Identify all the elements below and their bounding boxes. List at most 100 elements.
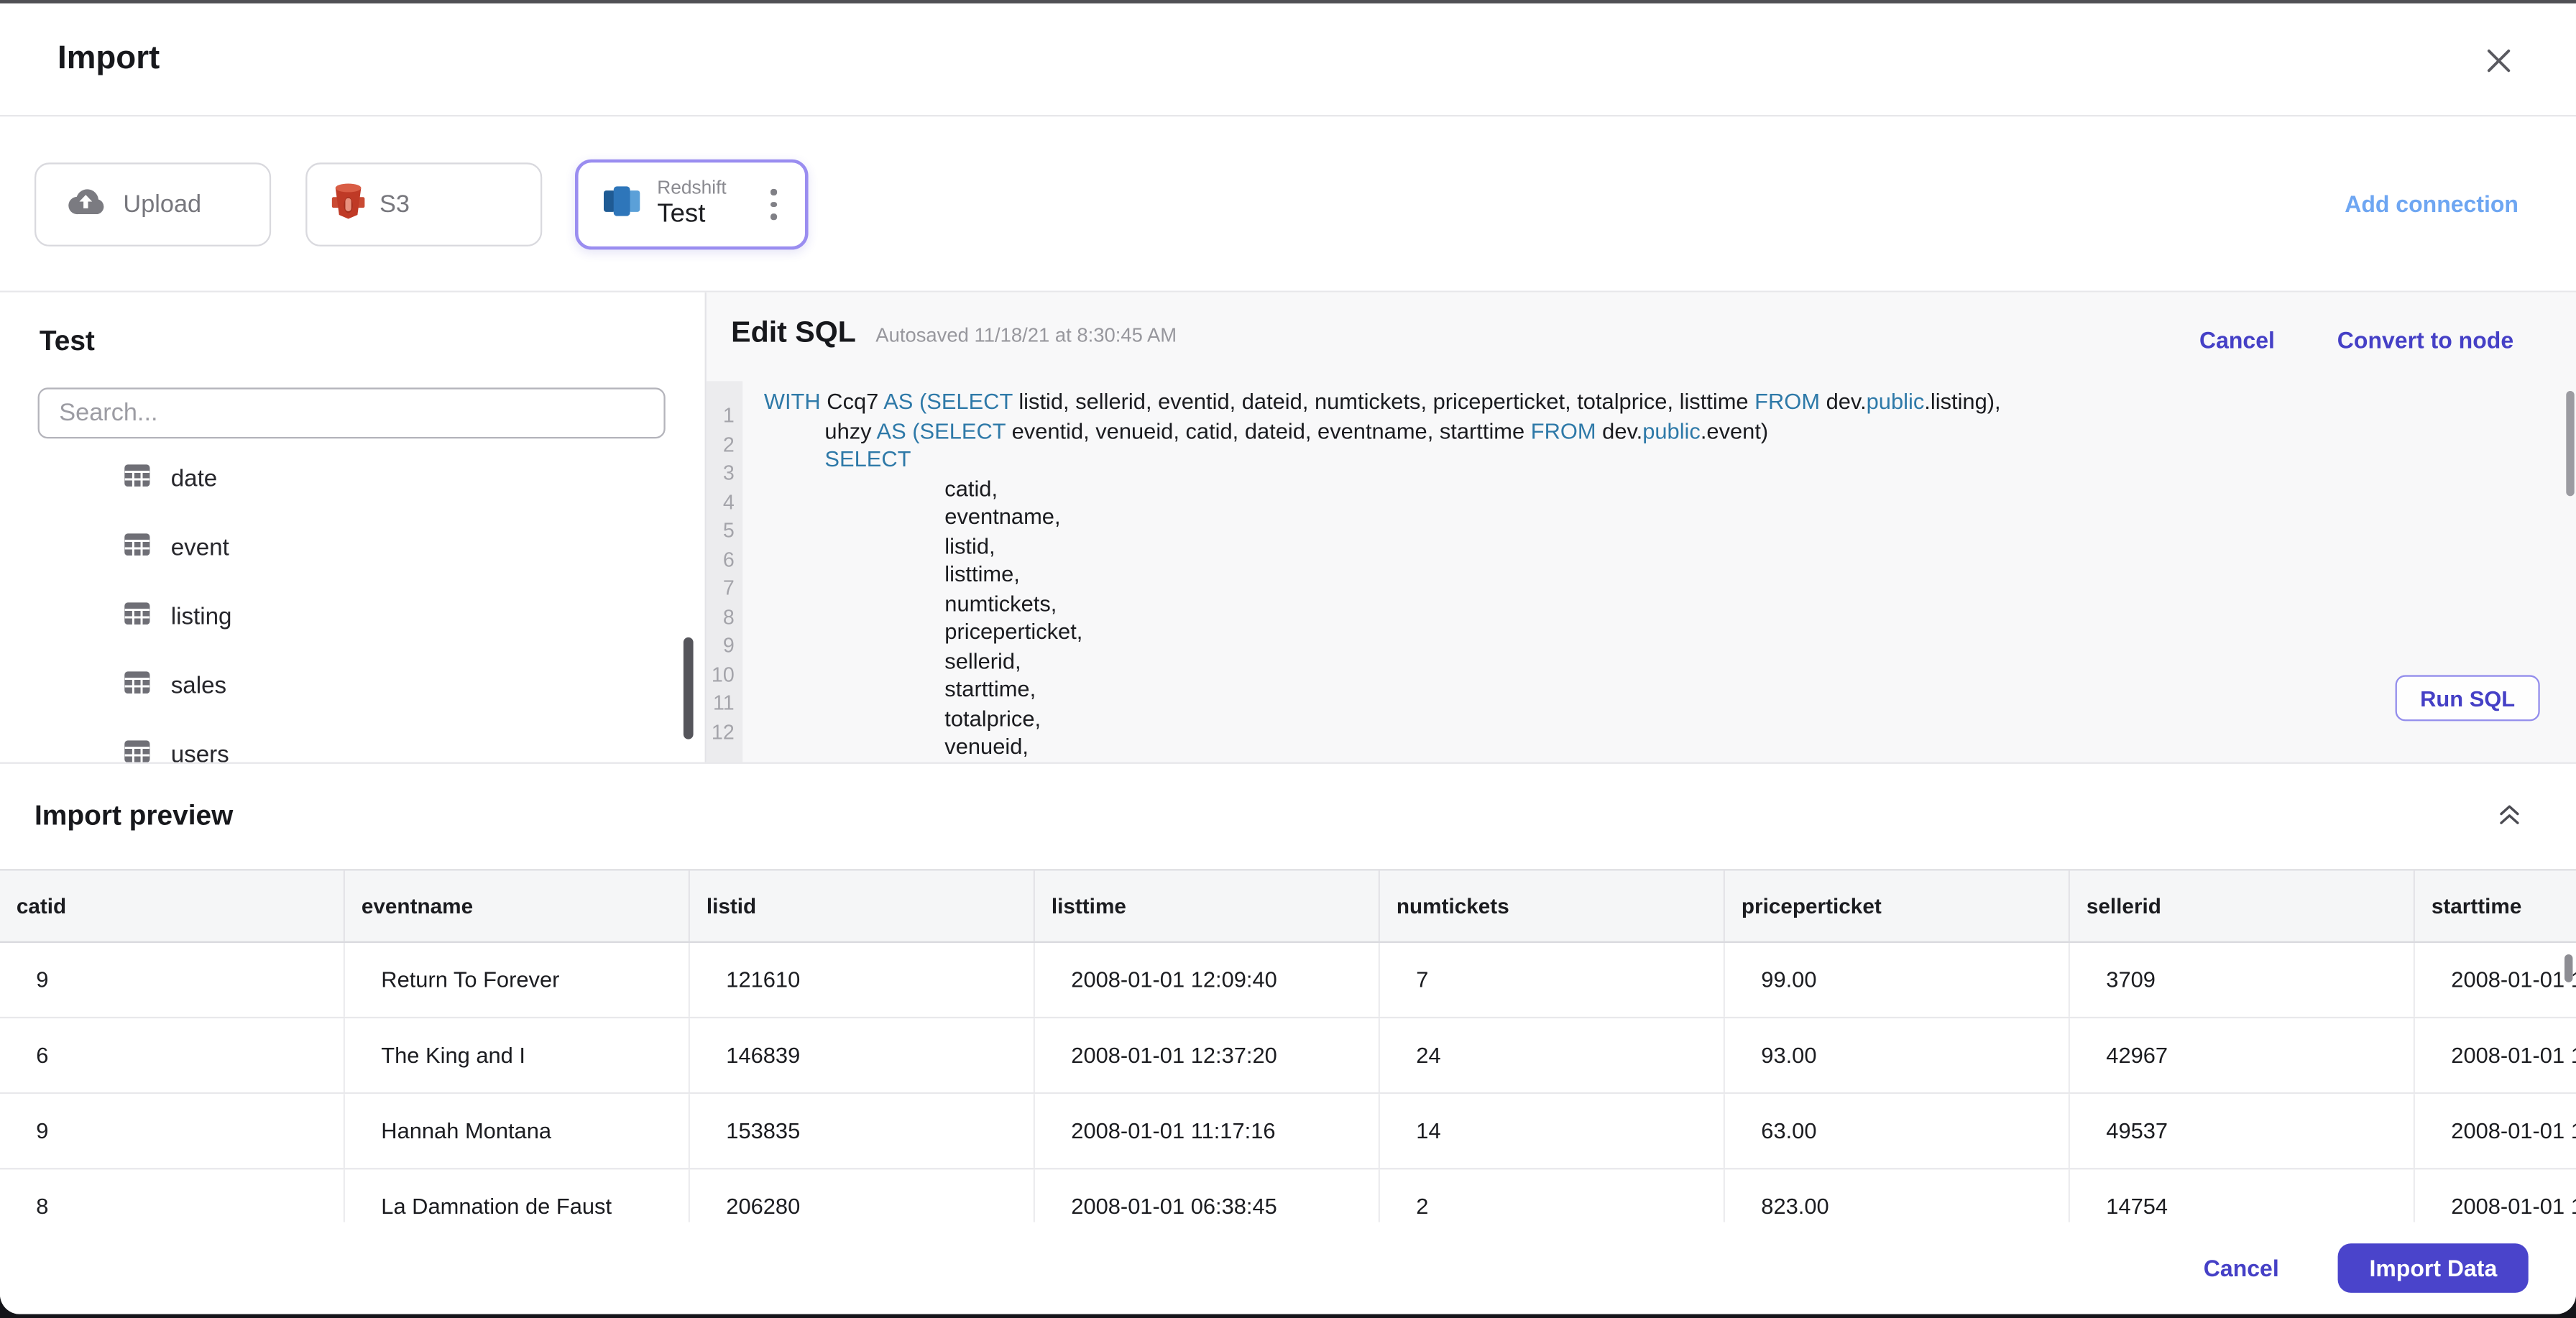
screen: Import Upload S3 Redshift Test Add conne…	[0, 0, 2576, 1318]
table-row: 8 La Damnation de Faust 206280 2008-01-01 0…	[0, 1169, 2576, 1222]
table-cell: 206280	[690, 1169, 1035, 1222]
code-line: listid,	[944, 533, 995, 558]
preview-table: catid eventname listid listtime numtickets pr…	[0, 869, 2576, 1222]
table-cell: 24	[1380, 1018, 1725, 1092]
column-header-priceperticket: priceperticket	[1725, 870, 2070, 941]
table-cell: The King and I	[345, 1018, 690, 1092]
table-cell: 2008-01-01 06:38:45	[1035, 1169, 1380, 1222]
table-row: 9 Hannah Montana 153835 2008-01-01 11:17:16…	[0, 1094, 2576, 1170]
table-row: 9 Return To Forever 121610 2008-01-01 12:09…	[0, 942, 2576, 1019]
sql-editor[interactable]: 1 2 3 4 5 6 7 8 9 10 11 12 WITH Ccq7 AS (SELECT lis…	[706, 381, 2576, 762]
table-item-listing[interactable]: listing	[0, 583, 705, 652]
line-number: 10	[711, 663, 735, 686]
table-cell: 6	[0, 1018, 345, 1092]
redshift-icon	[602, 180, 643, 229]
table-cell: 9	[0, 942, 345, 1017]
add-connection-link[interactable]: Add connection	[2345, 190, 2518, 217]
schema-title: Test	[39, 325, 95, 356]
redshift-connection-card[interactable]: Redshift Test	[574, 159, 809, 250]
connection-menu-button[interactable]	[764, 183, 783, 226]
line-number: 8	[722, 605, 735, 629]
table-cell: Hannah Montana	[345, 1094, 690, 1169]
code-line: catid,	[944, 475, 998, 500]
line-number: 3	[722, 461, 735, 485]
s3-label: S3	[379, 190, 410, 218]
code-line: venueid,	[944, 734, 1029, 759]
sql-cancel-link[interactable]: Cancel	[2199, 327, 2275, 354]
sql-code[interactable]: WITH Ccq7 AS (SELECT listid, sellerid, e…	[742, 381, 2001, 762]
table-cell: 2008-01-01 1	[2415, 1094, 2576, 1168]
sql-panel-actions: Cancel Convert to node	[2199, 327, 2513, 354]
table-cell: 2008-01-01 1	[2415, 943, 2576, 1017]
convert-to-node-link[interactable]: Convert to node	[2337, 327, 2513, 354]
import-preview-title: Import preview	[34, 800, 234, 831]
table-cell: Return To Forever	[345, 942, 690, 1017]
import-preview-header: Import preview	[0, 762, 2576, 870]
redshift-card-text: Redshift Test	[657, 178, 726, 230]
upload-card[interactable]: Upload	[34, 162, 272, 246]
table-cell: 153835	[690, 1094, 1035, 1169]
table-cell: 42967	[2070, 1018, 2415, 1092]
table-cell: 49537	[2070, 1094, 2415, 1169]
kebab-icon	[770, 189, 777, 195]
line-number: 11	[713, 691, 735, 715]
table-scrollbar-thumb[interactable]	[2564, 954, 2573, 982]
table-item-sales[interactable]: sales	[0, 652, 705, 721]
line-number: 5	[722, 519, 735, 543]
close-button[interactable]	[2484, 46, 2513, 75]
column-header-listtime: listtime	[1035, 870, 1380, 941]
table-cell: 2008-01-01 12:09:40	[1035, 942, 1380, 1017]
table-item-users[interactable]: users	[0, 721, 705, 762]
table-grid-icon	[123, 602, 151, 635]
line-number: 2	[722, 433, 735, 456]
close-icon	[2484, 49, 2513, 82]
s3-card[interactable]: S3	[305, 162, 543, 246]
column-header-numtickets: numtickets	[1380, 870, 1725, 941]
table-item-label: sales	[170, 673, 227, 700]
table-cell: 146839	[690, 1018, 1035, 1092]
import-data-button[interactable]: Import Data	[2338, 1243, 2529, 1293]
search-input[interactable]	[37, 387, 666, 439]
table-item-label: event	[170, 535, 229, 562]
edit-sql-title: Edit SQL	[731, 315, 856, 349]
table-item-label: date	[170, 466, 218, 493]
line-number-gutter: 1 2 3 4 5 6 7 8 9 10 11 12	[706, 381, 743, 762]
sql-panel-header: Edit SQL Autosaved 11/18/21 at 8:30:45 A…	[731, 315, 1177, 372]
page-title: Import	[57, 40, 160, 77]
table-cell: 2008-01-01 1	[2415, 1018, 2576, 1092]
table-cell: 8	[0, 1169, 345, 1222]
table-cell: 2008-01-01 11:17:16	[1035, 1094, 1380, 1169]
upload-label: Upload	[123, 190, 202, 218]
code-line: sellerid,	[944, 648, 1021, 673]
code-line: totalprice,	[944, 705, 1041, 730]
collapse-preview-button[interactable]	[2497, 803, 2521, 826]
modal-header: Import	[0, 4, 2576, 117]
sql-panel: Edit SQL Autosaved 11/18/21 at 8:30:45 A…	[706, 292, 2576, 762]
schema-sidebar: Test date event listing sales users	[0, 292, 707, 762]
table-grid-icon	[123, 670, 151, 704]
table-cell: 2	[1380, 1169, 1725, 1222]
line-number: 7	[722, 576, 735, 600]
modal-footer: Cancel Import Data	[0, 1222, 2576, 1314]
code-line: WITH Ccq7 AS (SELECT listid, sellerid, e…	[763, 389, 2001, 414]
line-number: 4	[722, 490, 735, 514]
table-cell: 2008-01-01 1	[2415, 1169, 2576, 1222]
code-line: listtime,	[944, 561, 1020, 586]
table-item-date[interactable]: date	[0, 445, 705, 514]
table-cell: 63.00	[1725, 1094, 2070, 1169]
double-chevron-up-icon	[2497, 805, 2521, 833]
sql-scrollbar-thumb[interactable]	[2566, 390, 2575, 497]
run-sql-button[interactable]: Run SQL	[2395, 675, 2540, 722]
sidebar-scrollbar-thumb[interactable]	[683, 637, 694, 739]
preview-table-body: 9 Return To Forever 121610 2008-01-01 12:09…	[0, 942, 2576, 1222]
table-cell: 9	[0, 1094, 345, 1169]
table-item-label: users	[170, 742, 229, 762]
line-number: 9	[722, 634, 735, 658]
code-line: priceperticket,	[944, 619, 1083, 644]
cancel-button[interactable]: Cancel	[2204, 1255, 2279, 1281]
line-number: 1	[722, 404, 735, 428]
table-cell: 3709	[2070, 942, 2415, 1017]
table-item-event[interactable]: event	[0, 514, 705, 583]
column-header-listid: listid	[690, 870, 1035, 941]
table-grid-icon	[123, 464, 151, 497]
